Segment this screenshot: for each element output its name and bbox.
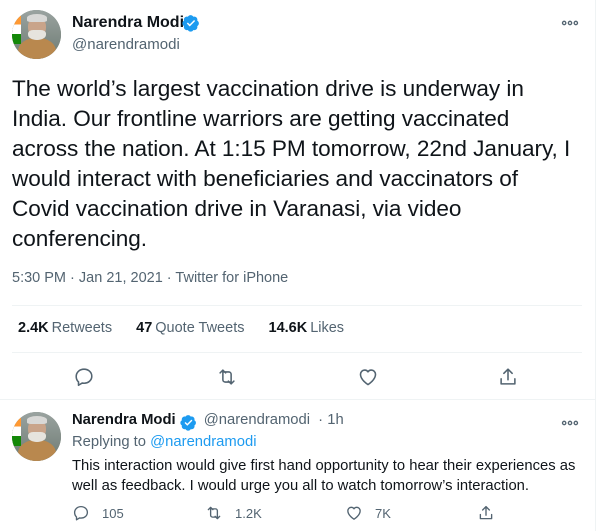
tweet-source[interactable]: Twitter for iPhone xyxy=(175,270,288,286)
replying-to-link[interactable]: @narendramodi xyxy=(150,434,256,450)
reply-reply-button[interactable]: 105 xyxy=(72,503,124,523)
divider xyxy=(0,399,596,400)
reply-reply-count: 105 xyxy=(102,505,124,521)
reply-author-name[interactable]: Narendra Modi xyxy=(72,412,176,428)
tweet-stats: 2.4K Retweets 47 Quote Tweets 14.6K Likes xyxy=(18,320,364,336)
divider xyxy=(12,352,582,353)
likes-stat[interactable]: 14.6K Likes xyxy=(269,320,365,336)
retweets-count: 2.4K xyxy=(18,320,49,336)
reply-icon[interactable] xyxy=(73,366,95,388)
reply-author-handle[interactable]: @narendramodi xyxy=(204,412,310,428)
tweet-detail-view: Narendra Modi @narendramodi The world’s … xyxy=(0,0,596,531)
reply-like-count: 7K xyxy=(375,505,391,521)
verified-icon xyxy=(180,415,196,431)
like-icon[interactable] xyxy=(357,366,379,388)
reply-header: Narendra Modi @narendramodi · 1h xyxy=(72,412,344,428)
reply-retweet-button[interactable]: 1.2K xyxy=(205,503,262,523)
tweet-time[interactable]: 5:30 PM xyxy=(12,270,66,286)
verified-icon xyxy=(182,15,199,32)
retweet-icon xyxy=(207,506,221,520)
likes-count: 14.6K xyxy=(268,320,308,336)
reply-icon xyxy=(73,505,89,521)
more-icon[interactable] xyxy=(560,13,580,33)
reply-text: This interaction would give first hand o… xyxy=(72,458,576,494)
retweets-stat[interactable]: 2.4K Retweets xyxy=(18,320,132,336)
author-name[interactable]: Narendra Modi xyxy=(72,14,184,32)
tweet-meta: 5:30 PM · Jan 21, 2021 · Twitter for iPh… xyxy=(12,270,288,286)
reply-like-button[interactable]: 7K xyxy=(345,503,391,523)
tweet-date[interactable]: Jan 21, 2021 xyxy=(79,270,163,286)
replying-to-label: Replying to xyxy=(72,434,147,450)
author-avatar[interactable] xyxy=(12,10,61,59)
author-handle[interactable]: @narendramodi xyxy=(72,36,180,53)
meta-separator: · xyxy=(70,270,75,286)
reply-retweet-count: 1.2K xyxy=(235,505,262,521)
share-icon[interactable] xyxy=(497,366,519,388)
tweet-text: The world’s largest vaccination drive is… xyxy=(12,76,571,251)
meta-separator: · xyxy=(166,270,172,286)
reply-age[interactable]: · 1h xyxy=(318,412,344,428)
quotes-label: Quote Tweets xyxy=(155,320,245,336)
divider xyxy=(12,305,582,306)
retweets-label: Retweets xyxy=(51,320,113,336)
like-icon xyxy=(347,506,361,520)
likes-label: Likes xyxy=(310,320,345,336)
reply-share-button[interactable] xyxy=(477,503,507,523)
share-icon xyxy=(479,505,493,520)
retweet-icon[interactable] xyxy=(216,366,238,388)
more-icon[interactable] xyxy=(560,413,580,433)
quote-tweets-stat[interactable]: 47 Quote Tweets xyxy=(136,320,264,336)
quotes-count: 47 xyxy=(136,320,153,336)
replying-to: Replying to @narendramodi xyxy=(72,434,256,450)
reply-author-avatar[interactable] xyxy=(12,412,61,461)
